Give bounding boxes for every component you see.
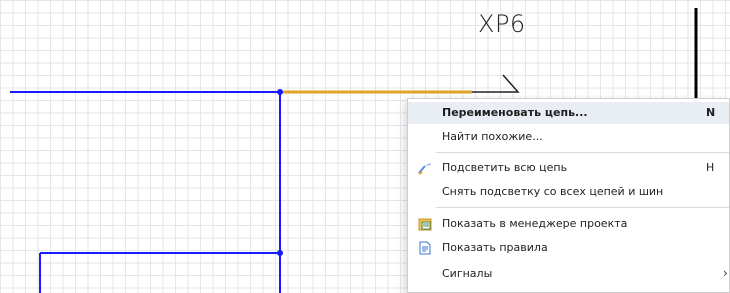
project-manager-icon [418, 218, 432, 231]
menu-item-label: Снять подсветку со всех цепей и шин [442, 185, 664, 198]
menu-item-label: Переименовать цепь... [442, 106, 588, 119]
junction-dot [277, 250, 283, 256]
rules-icon [419, 241, 431, 255]
menu-item-label: Сигналы [442, 267, 493, 280]
menu-item-clear-highlight[interactable]: Снять подсветку со всех цепей и шин [408, 181, 729, 203]
menu-item-find-similar[interactable]: Найти похожие... [408, 126, 729, 148]
menu-item-rename-net[interactable]: Переименовать цепь... N [408, 102, 729, 124]
menu-item-label: Подсветить всю цепь [442, 161, 568, 174]
menu-item-signals[interactable]: Сигналы › [408, 263, 729, 285]
menu-item-show-in-project-manager[interactable]: Показать в менеджере проекта [408, 213, 729, 235]
menu-item-shortcut: H [706, 161, 715, 174]
menu-separator [436, 152, 729, 153]
menu-item-label: Найти похожие... [442, 130, 543, 143]
submenu-chevron-icon: › [723, 266, 728, 280]
connector-ref-label: XP6 [478, 10, 526, 38]
context-menu: Переименовать цепь... N Найти похожие...… [407, 98, 730, 293]
highlight-net-icon [418, 163, 431, 175]
menu-item-shortcut: N [706, 106, 716, 119]
menu-item-label: Показать правила [442, 241, 548, 254]
junction-dot [277, 89, 283, 95]
menu-item-highlight-net[interactable]: Подсветить всю цепь H [408, 157, 729, 179]
connector-arrow-icon [472, 74, 520, 93]
menu-item-label: Показать в менеджере проекта [442, 217, 628, 230]
menu-separator [436, 207, 729, 208]
menu-item-show-rules[interactable]: Показать правила [408, 237, 729, 259]
